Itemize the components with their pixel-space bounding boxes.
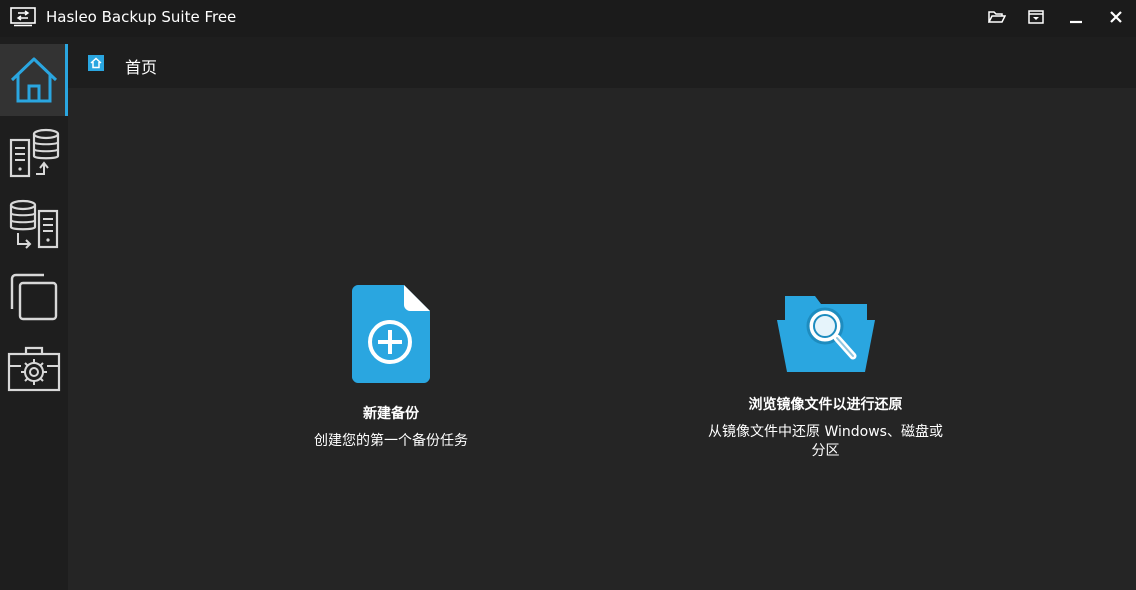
sidebar-item-home[interactable] bbox=[0, 44, 68, 116]
new-backup-file-icon bbox=[352, 285, 430, 383]
breadcrumb: 首页 bbox=[68, 37, 1136, 88]
sidebar-item-clone[interactable] bbox=[0, 259, 68, 335]
new-backup-title: 新建备份 bbox=[363, 406, 419, 422]
home-icon bbox=[10, 57, 58, 103]
dropdown-menu-icon bbox=[1028, 10, 1044, 24]
browse-image-card[interactable]: 浏览镜像文件以进行还原 从镜像文件中还原 Windows、磁盘或 分区 bbox=[683, 294, 968, 461]
open-folder-button[interactable] bbox=[984, 5, 1010, 29]
sidebar-item-restore[interactable] bbox=[0, 187, 68, 263]
backup-server-icon bbox=[9, 128, 60, 178]
breadcrumb-label: 首页 bbox=[125, 58, 158, 77]
close-icon bbox=[1110, 11, 1122, 23]
new-backup-card[interactable]: 新建备份 创建您的第一个备份任务 bbox=[276, 285, 506, 451]
menu-button[interactable] bbox=[1023, 5, 1049, 29]
toolbox-gear-icon bbox=[7, 346, 61, 392]
home-breadcrumb-icon bbox=[88, 55, 104, 71]
sidebar-item-tools[interactable] bbox=[0, 331, 68, 407]
new-backup-description: 创建您的第一个备份任务 bbox=[314, 433, 468, 449]
browse-image-description: 从镜像文件中还原 Windows、磁盘或 分区 bbox=[683, 423, 968, 461]
sidebar-item-backup[interactable] bbox=[0, 116, 68, 192]
browse-image-description-line1: 从镜像文件中还原 Windows、磁盘或 bbox=[708, 424, 943, 440]
title-bar: Hasleo Backup Suite Free bbox=[0, 0, 1136, 37]
restore-database-icon bbox=[9, 199, 59, 249]
folder-search-icon bbox=[776, 296, 875, 372]
minimize-button[interactable] bbox=[1063, 5, 1089, 29]
folder-open-icon bbox=[988, 11, 1006, 23]
minimize-icon bbox=[1070, 20, 1082, 24]
browse-image-title: 浏览镜像文件以进行还原 bbox=[748, 397, 903, 413]
main-content: 新建备份 创建您的第一个备份任务 浏览镜像文件以进行还原 从镜像文件中还原 Wi… bbox=[68, 88, 1136, 590]
sidebar bbox=[0, 37, 68, 590]
window-title: Hasleo Backup Suite Free bbox=[46, 8, 237, 26]
app-logo-icon bbox=[10, 7, 36, 27]
close-button[interactable] bbox=[1103, 5, 1129, 29]
clone-icon bbox=[10, 273, 58, 321]
browse-image-description-line2: 分区 bbox=[811, 443, 840, 459]
